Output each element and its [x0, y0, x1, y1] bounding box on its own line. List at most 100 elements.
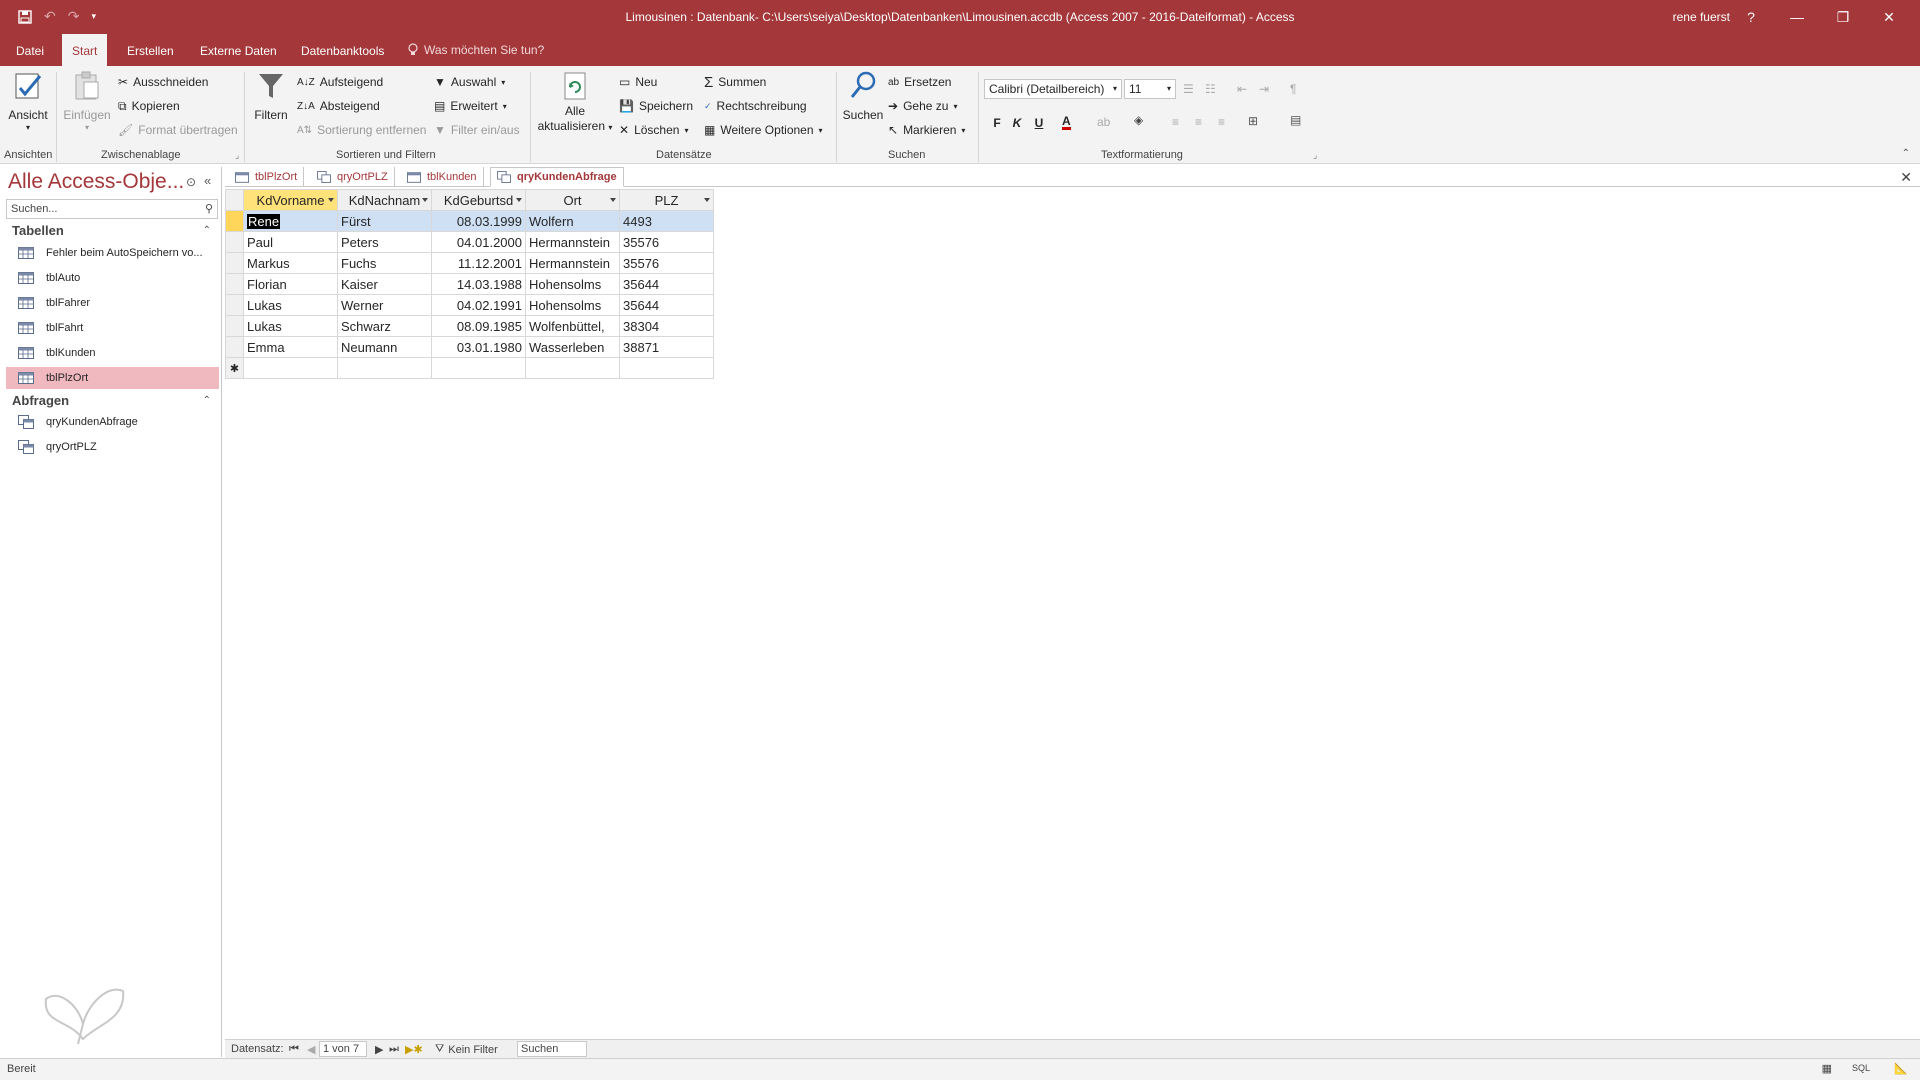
- row-selector[interactable]: [225, 252, 244, 274]
- align-left-icon[interactable]: ≡: [1172, 115, 1179, 129]
- table-cell[interactable]: 04.01.2000: [431, 231, 526, 253]
- section-abfragen[interactable]: Abfragen: [12, 393, 69, 408]
- nav-search-input[interactable]: Suchen... ⚲: [6, 199, 218, 219]
- weitere-optionen-button[interactable]: ▦ Weitere Optionen ▾: [704, 120, 823, 140]
- indent-decrease-icon[interactable]: ⇤: [1237, 82, 1247, 96]
- nav-menu-icon[interactable]: ⊙: [186, 175, 196, 189]
- table-cell[interactable]: 04.02.1991: [431, 294, 526, 316]
- speichern-button[interactable]: 💾 Speichern: [619, 96, 693, 116]
- numbering-icon[interactable]: ☷: [1205, 82, 1216, 96]
- row-selector[interactable]: [225, 336, 244, 358]
- format-uebertragen-button[interactable]: 🖌 Format übertragen: [118, 120, 238, 140]
- column-header[interactable]: PLZ: [619, 189, 714, 211]
- table-row[interactable]: Lukas Werner 04.02.1991 Hohensolms 35644: [225, 294, 714, 316]
- table-cell[interactable]: Rene: [243, 210, 338, 232]
- table-cell[interactable]: Werner: [337, 294, 432, 316]
- align-center-icon[interactable]: ≡: [1195, 115, 1202, 129]
- highlight-icon[interactable]: ab: [1097, 115, 1110, 129]
- sortierung-entfernen-button[interactable]: A⇅ Sortierung entfernen: [297, 120, 426, 140]
- nav-item-tblfahrt[interactable]: tblFahrt: [6, 317, 219, 339]
- design-view-icon[interactable]: 📐: [1894, 1062, 1908, 1075]
- column-filter-icon[interactable]: [328, 198, 334, 202]
- table-cell[interactable]: Hermannstein: [525, 231, 620, 253]
- tab-start[interactable]: Start: [62, 34, 108, 66]
- table-cell[interactable]: Wolfenbüttel,: [525, 315, 620, 337]
- row-selector[interactable]: [225, 210, 244, 232]
- loeschen-button[interactable]: ✕ Löschen ▾: [619, 120, 688, 140]
- font-color-icon[interactable]: A: [1062, 115, 1071, 130]
- markieren-button[interactable]: ↖ Markieren ▾: [888, 120, 965, 140]
- table-cell[interactable]: Neumann: [337, 336, 432, 358]
- doc-tab-qrykundenabfrage[interactable]: qryKundenAbfrage: [490, 167, 624, 187]
- column-header[interactable]: KdGeburtsd: [431, 189, 526, 211]
- bold-button[interactable]: F: [988, 114, 1006, 132]
- einfuegen-button[interactable]: Einfügen ▾: [62, 70, 112, 132]
- table-cell[interactable]: Wasserleben: [525, 336, 620, 358]
- user-name[interactable]: rene fuerst: [1673, 10, 1730, 24]
- doc-tab-tblkunden[interactable]: tblKunden: [401, 167, 484, 187]
- nav-item-tblauto[interactable]: tblAuto: [6, 267, 219, 289]
- filtern-button[interactable]: Filtern: [250, 70, 292, 123]
- table-row[interactable]: Rene Fürst 08.03.1999 Wolfern 4493: [225, 210, 714, 232]
- table-cell[interactable]: Markus: [243, 252, 338, 274]
- restore-button[interactable]: ❐: [1820, 0, 1866, 34]
- table-cell[interactable]: 35644: [619, 294, 714, 316]
- absteigend-button[interactable]: Z↓A Absteigend: [297, 96, 380, 116]
- table-cell[interactable]: 4493: [619, 210, 714, 232]
- next-record-icon[interactable]: ▶: [375, 1043, 383, 1056]
- table-row[interactable]: Markus Fuchs 11.12.2001 Hermannstein 355…: [225, 252, 714, 274]
- table-cell[interactable]: 11.12.2001: [431, 252, 526, 274]
- table-cell[interactable]: 08.09.1985: [431, 315, 526, 337]
- tab-externe-daten[interactable]: Externe Daten: [190, 34, 287, 66]
- neu-button[interactable]: ▭ Neu: [619, 72, 657, 92]
- record-position-input[interactable]: 1 von 7: [319, 1041, 367, 1057]
- table-cell[interactable]: Hohensolms: [525, 294, 620, 316]
- table-cell[interactable]: Kaiser: [337, 273, 432, 295]
- erweitert-button[interactable]: ▤ Erweitert ▾: [434, 96, 507, 116]
- column-filter-icon[interactable]: [704, 198, 710, 202]
- fill-color-icon[interactable]: ◈: [1134, 113, 1143, 127]
- table-cell[interactable]: Paul: [243, 231, 338, 253]
- help-button[interactable]: ?: [1728, 0, 1774, 34]
- nav-item-qryortplz[interactable]: qryOrtPLZ: [6, 436, 219, 458]
- table-cell[interactable]: Fürst: [337, 210, 432, 232]
- rechtschreibung-button[interactable]: ✓ Rechtschreibung: [704, 96, 807, 116]
- collapse-nav-icon[interactable]: «: [204, 173, 211, 188]
- table-row[interactable]: Florian Kaiser 14.03.1988 Hohensolms 356…: [225, 273, 714, 295]
- italic-button[interactable]: K: [1008, 114, 1026, 132]
- tell-me-box[interactable]: Was möchten Sie tun?: [408, 34, 544, 66]
- table-cell[interactable]: 35576: [619, 231, 714, 253]
- table-cell[interactable]: 38304: [619, 315, 714, 337]
- table-cell[interactable]: Hermannstein: [525, 252, 620, 274]
- underline-button[interactable]: U: [1030, 114, 1048, 132]
- table-cell[interactable]: Lukas: [243, 294, 338, 316]
- nav-item-tblfahrer[interactable]: tblFahrer: [6, 292, 219, 314]
- table-cell[interactable]: Wolfern: [525, 210, 620, 232]
- new-record-marker[interactable]: ✱: [225, 357, 244, 379]
- paragraph-direction-icon[interactable]: ¶: [1290, 82, 1296, 96]
- column-header[interactable]: KdVorname: [243, 189, 338, 211]
- nav-item-qrykundenabfrage[interactable]: qryKundenAbfrage: [6, 411, 219, 433]
- datasheet-view-icon[interactable]: ▦: [1822, 1062, 1832, 1075]
- select-all-corner[interactable]: [225, 189, 244, 211]
- ansicht-button[interactable]: Ansicht ▾: [6, 70, 50, 132]
- table-cell[interactable]: Peters: [337, 231, 432, 253]
- collapse-ribbon-icon[interactable]: ⌃: [1902, 148, 1910, 159]
- column-filter-icon[interactable]: [516, 198, 522, 202]
- nav-item-tblplzort[interactable]: tblPlzOrt: [6, 367, 219, 389]
- ausschneiden-button[interactable]: ✂ Ausschneiden: [118, 72, 208, 92]
- aufsteigend-button[interactable]: A↓Z Aufsteigend: [297, 72, 383, 92]
- new-record-icon[interactable]: ▶✱: [405, 1043, 423, 1056]
- dialog-launcher-icon[interactable]: ⌟: [235, 150, 239, 161]
- filter-ein-aus-button[interactable]: ▼ Filter ein/aus: [434, 120, 520, 140]
- first-record-icon[interactable]: ⏮: [289, 1043, 299, 1056]
- align-right-icon[interactable]: ≡: [1218, 115, 1225, 129]
- font-name-combo[interactable]: Calibri (Detailbereich) ▾: [984, 79, 1122, 99]
- doc-tab-qryortplz[interactable]: qryOrtPLZ: [311, 167, 395, 187]
- table-cell[interactable]: [431, 357, 526, 379]
- table-cell[interactable]: 38871: [619, 336, 714, 358]
- summen-button[interactable]: Σ Summen: [704, 72, 766, 92]
- kopieren-button[interactable]: ⧉ Kopieren: [118, 96, 180, 116]
- row-selector[interactable]: [225, 315, 244, 337]
- nav-title[interactable]: Alle Access-Obje...: [8, 170, 184, 194]
